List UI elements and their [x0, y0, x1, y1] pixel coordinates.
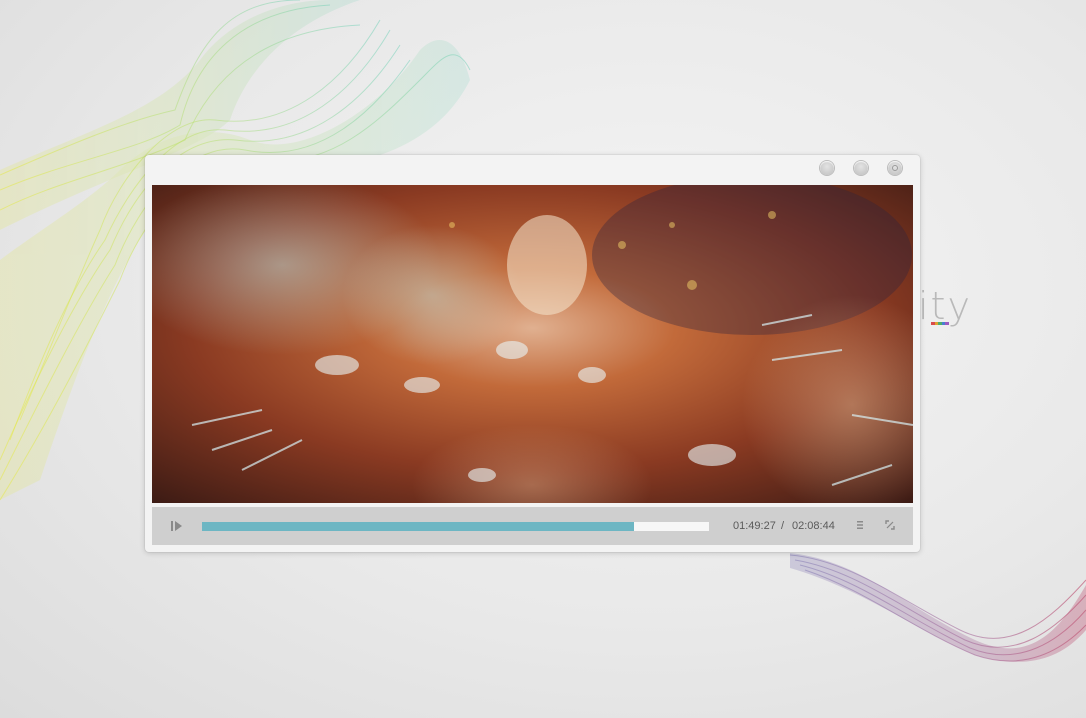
brand-color-bar [931, 322, 949, 325]
video-frame[interactable] [152, 185, 913, 503]
play-pause-icon[interactable] [170, 520, 184, 532]
seek-bar-progress [202, 522, 635, 531]
maximize-icon[interactable] [854, 161, 868, 175]
window-controls [820, 161, 902, 175]
total-time: 02:08:44 [792, 520, 835, 532]
seek-bar[interactable] [202, 522, 709, 531]
video-image [152, 185, 913, 503]
time-separator: / [781, 520, 785, 532]
current-time: 01:49:27 [733, 520, 776, 532]
fullscreen-icon[interactable] [884, 519, 896, 531]
video-player-window: 01:49:27 / 02:08:44 [145, 155, 920, 552]
close-icon[interactable] [888, 161, 902, 175]
minimize-icon[interactable] [820, 161, 834, 175]
playlist-icon[interactable] [854, 519, 866, 531]
player-controls-bar: 01:49:27 / 02:08:44 [152, 507, 913, 545]
